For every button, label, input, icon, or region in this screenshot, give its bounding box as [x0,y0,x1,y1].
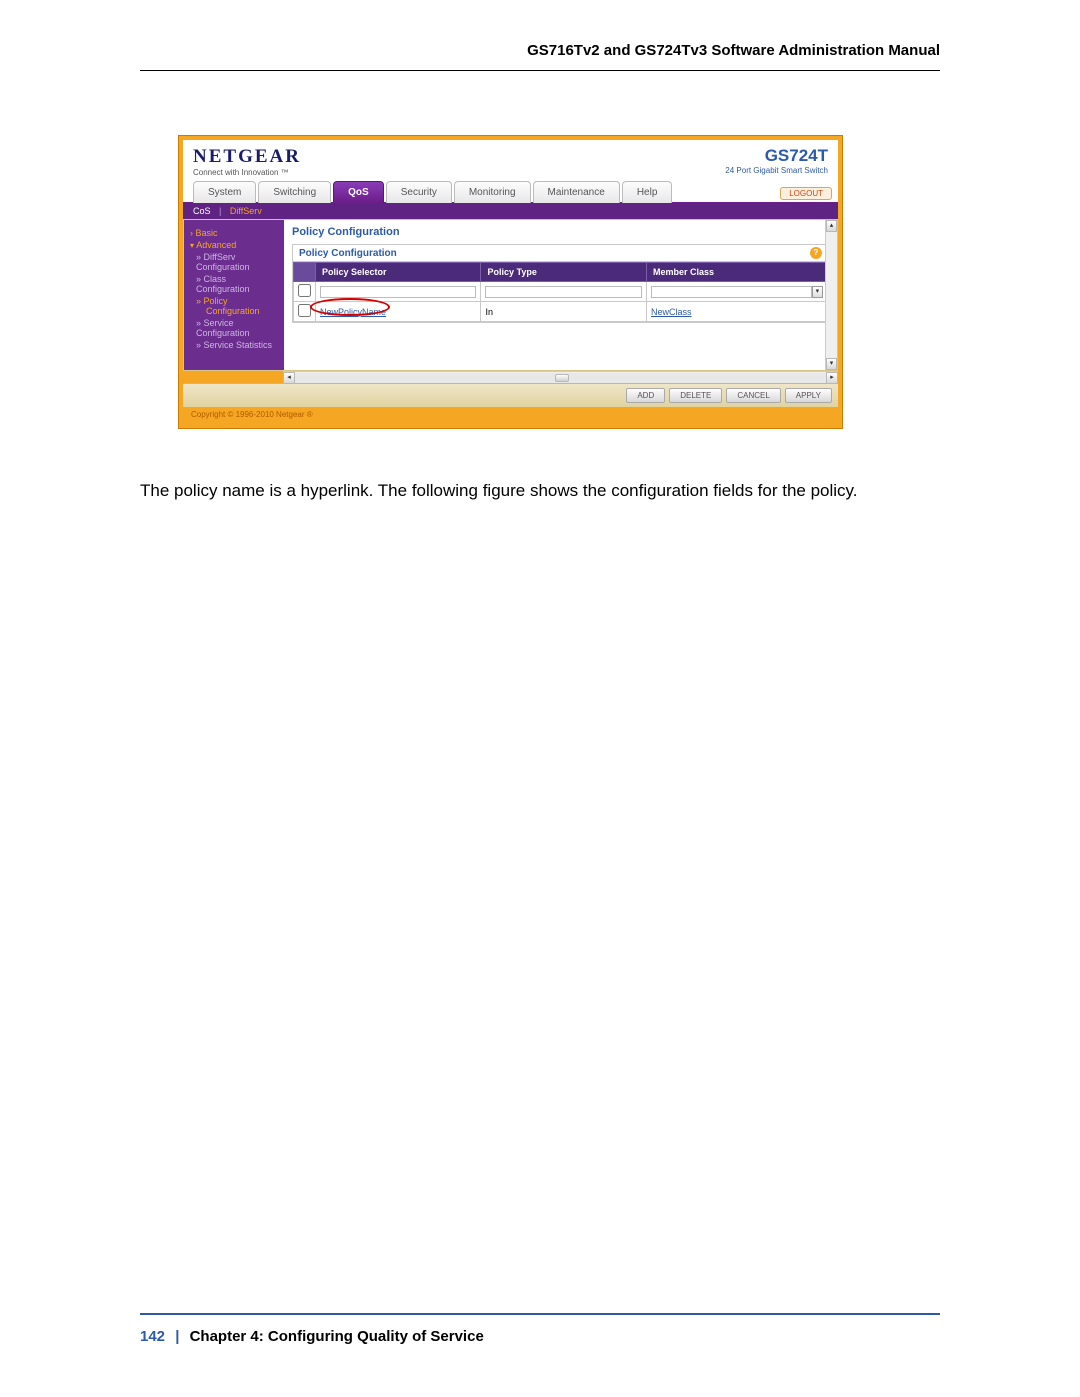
sub-nav: CoS | DiffServ [183,203,838,219]
help-icon[interactable]: ? [810,247,822,259]
page-number: 142 [140,1328,165,1345]
sidebar-policy-config[interactable]: Policy Configuration [196,296,278,316]
content-row: Basic Advanced DiffServ Configuration Cl… [183,219,838,371]
tab-help[interactable]: Help [622,181,673,203]
panel-title: Policy Configuration [292,226,829,238]
select-all-checkbox[interactable] [298,284,311,297]
footer-button-bar: ADD DELETE CANCEL APPLY [183,383,838,407]
row-checkbox-cell [294,302,316,322]
row-selector-cell: NewPolicyName [316,302,481,322]
copyright-text: Copyright © 1996-2010 Netgear ® [183,407,838,422]
brand-tagline: Connect with Innovation ™ [193,168,301,177]
model-name: GS724T [725,146,828,166]
scroll-up-icon[interactable]: ▴ [826,220,837,232]
selector-input-cell [316,282,481,302]
scroll-left-icon[interactable]: ◂ [283,372,295,384]
policy-table: Policy Selector Policy Type Member Class [293,262,828,322]
subnav-cos[interactable]: CoS [193,206,211,216]
sidebar-basic[interactable]: Basic [190,228,278,238]
brand-left: NETGEAR Connect with Innovation ™ [193,146,301,177]
scroll-thumb[interactable] [555,374,569,382]
sidebar-policy-label: Policy [204,296,228,306]
policy-selector-input[interactable] [320,286,476,298]
inner-panel-head: Policy Configuration ? [293,245,828,262]
select-all-cell [294,282,316,302]
col-policy-selector: Policy Selector [316,263,481,282]
main-area: Policy Configuration Policy Configuratio… [284,220,837,370]
col-member-class: Member Class [646,263,827,282]
policy-name-link[interactable]: NewPolicyName [320,307,386,317]
tab-qos[interactable]: QoS [333,181,384,203]
header-rule [140,70,940,71]
app-frame: NETGEAR Connect with Innovation ™ GS724T… [178,135,843,429]
model-desc: 24 Port Gigabit Smart Switch [725,166,828,175]
add-button[interactable]: ADD [626,388,665,403]
netgear-logo: NETGEAR [193,146,301,168]
table-row: NewPolicyName In NewClass [294,302,828,322]
col-policy-type: Policy Type [481,263,646,282]
sidebar-service-config[interactable]: Service Configuration [196,318,278,338]
row-checkbox[interactable] [298,304,311,317]
sidebar-advanced[interactable]: Advanced [190,240,278,250]
body-paragraph: The policy name is a hyperlink. The foll… [140,480,940,503]
tab-maintenance[interactable]: Maintenance [533,181,620,203]
policy-type-input[interactable] [485,286,641,298]
vertical-scrollbar[interactable]: ▴ ▾ [825,220,837,370]
footer-rule [140,1313,940,1315]
col-checkbox [294,263,316,282]
tab-monitoring[interactable]: Monitoring [454,181,531,203]
sidebar-service-stats[interactable]: Service Statistics [196,340,278,350]
table-input-row: ▾ [294,282,828,302]
member-dropdown-cell: ▾ [646,282,827,302]
embedded-screenshot: NETGEAR Connect with Innovation ™ GS724T… [178,135,843,429]
chevron-down-icon[interactable]: ▾ [812,286,823,298]
main-nav: System Switching QoS Security Monitoring… [183,181,838,203]
page-footer: 142 | Chapter 4: Configuring Quality of … [140,1328,484,1345]
table-header-row: Policy Selector Policy Type Member Class [294,263,828,282]
inner-panel-title: Policy Configuration [299,248,810,259]
chapter-label: Chapter 4: Configuring Quality of Servic… [190,1328,484,1345]
logout-button[interactable]: LOGOUT [780,187,832,200]
row-type-cell: In [481,302,646,322]
tab-security[interactable]: Security [386,181,452,203]
horizontal-scrollbar[interactable]: ◂ ▸ [283,371,838,383]
tab-system[interactable]: System [193,181,256,203]
brand-band: NETGEAR Connect with Innovation ™ GS724T… [183,140,838,181]
inner-panel: Policy Configuration ? Policy Selector P… [292,244,829,323]
scroll-track[interactable] [295,373,826,383]
delete-button[interactable]: DELETE [669,388,722,403]
footer-separator: | [175,1328,179,1345]
subnav-separator: | [219,206,221,216]
scroll-right-icon[interactable]: ▸ [826,372,838,384]
tab-switching[interactable]: Switching [258,181,331,203]
type-input-cell [481,282,646,302]
sidebar-class-config[interactable]: Class Configuration [196,274,278,294]
sidebar-diffserv-config[interactable]: DiffServ Configuration [196,252,278,272]
subnav-diffserv[interactable]: DiffServ [230,206,262,216]
scroll-down-icon[interactable]: ▾ [826,358,837,370]
brand-right: GS724T 24 Port Gigabit Smart Switch [725,146,828,175]
apply-button[interactable]: APPLY [785,388,832,403]
sidebar-policy-sub: Configuration [206,306,278,316]
member-class-link[interactable]: NewClass [651,307,692,317]
sidebar: Basic Advanced DiffServ Configuration Cl… [184,220,284,370]
cancel-button[interactable]: CANCEL [726,388,780,403]
member-class-input[interactable] [651,286,812,298]
page-header-title: GS716Tv2 and GS724Tv3 Software Administr… [527,42,940,59]
row-member-cell: NewClass [646,302,827,322]
